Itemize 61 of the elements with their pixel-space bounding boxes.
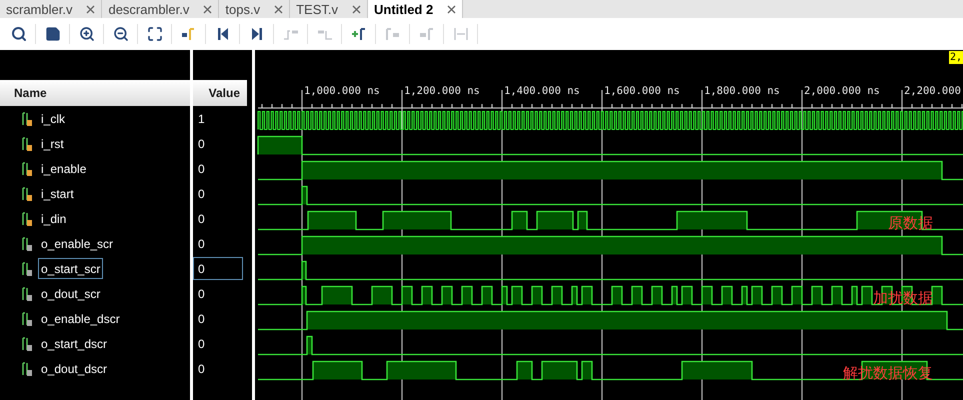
time-label: 2,200.000	[904, 85, 961, 97]
time-label: 1,400.000 ns	[504, 85, 580, 97]
tab-label: tops.v	[225, 2, 260, 16]
signal-value: 0	[197, 360, 206, 378]
signal-icon	[22, 262, 32, 276]
time-label: 1,200.000 ns	[404, 85, 480, 97]
signal-name[interactable]: i_enable	[38, 158, 90, 179]
editor-tab[interactable]: Untitled 2	[368, 0, 464, 18]
signal-icon	[22, 362, 32, 376]
signal-icon	[22, 112, 32, 126]
close-icon[interactable]	[447, 4, 456, 14]
time-label: 1,000.000 ns	[304, 85, 380, 97]
signal-value: 1	[197, 110, 206, 128]
signal-value: 0	[197, 160, 206, 178]
search-icon[interactable]	[10, 26, 26, 42]
signal-value: 0	[197, 210, 206, 228]
tab-label: TEST.v	[296, 2, 338, 16]
value-column-header[interactable]: Value	[193, 80, 247, 106]
go-to-cursor-icon[interactable]	[180, 26, 196, 42]
signal-name[interactable]: o_enable_dscr	[38, 308, 123, 329]
name-column-header[interactable]: Name	[0, 80, 190, 106]
zoom-fit-icon[interactable]	[146, 26, 162, 42]
signal-value: 0	[197, 310, 206, 328]
signal-name[interactable]: i_rst	[38, 133, 67, 154]
signal-icon	[22, 162, 32, 176]
signal-value: 0	[193, 257, 243, 280]
signal-value: 0	[197, 336, 206, 352]
close-icon[interactable]	[203, 4, 212, 14]
signal-icon	[22, 136, 32, 150]
signal-name[interactable]: o_start_dscr	[38, 333, 110, 354]
zoom-out-icon[interactable]	[112, 26, 128, 42]
close-icon[interactable]	[274, 4, 284, 14]
close-icon[interactable]	[352, 4, 361, 14]
time-label: 2,000.000 ns	[804, 85, 880, 97]
time-label: 1,600.000 ns	[604, 85, 680, 97]
signal-value: 0	[197, 136, 206, 152]
tab-label: Untitled 2	[374, 2, 434, 16]
signal-name[interactable]: o_dout_scr	[38, 283, 104, 304]
signal-icon	[22, 212, 32, 226]
signal-name[interactable]: o_dout_dscr	[38, 358, 110, 379]
zoom-in-icon[interactable]	[78, 26, 94, 42]
signal-name[interactable]: o_enable_scr	[38, 233, 116, 254]
signal-value: 0	[197, 286, 206, 302]
time-label: 1,800.000 ns	[704, 85, 780, 97]
signal-icon	[22, 186, 32, 200]
add-marker-icon[interactable]	[350, 26, 366, 42]
save-icon[interactable]	[44, 26, 60, 42]
signal-icon	[22, 312, 32, 326]
tab-label: descrambler.v	[108, 2, 190, 16]
signal-icon	[22, 286, 32, 300]
signal-name[interactable]: i_clk	[38, 108, 68, 129]
close-icon[interactable]	[86, 4, 96, 14]
signal-name[interactable]: i_din	[38, 208, 70, 229]
cursor-time-label: 2,	[948, 51, 963, 64]
signal-name[interactable]: o_start_scr	[38, 258, 104, 279]
tab-label: scrambler.v	[6, 2, 72, 16]
signal-name[interactable]: i_start	[38, 183, 77, 204]
signal-value: 0	[197, 186, 206, 202]
signal-icon	[22, 236, 32, 250]
signal-icon	[22, 336, 32, 350]
signal-value: 0	[197, 236, 206, 252]
